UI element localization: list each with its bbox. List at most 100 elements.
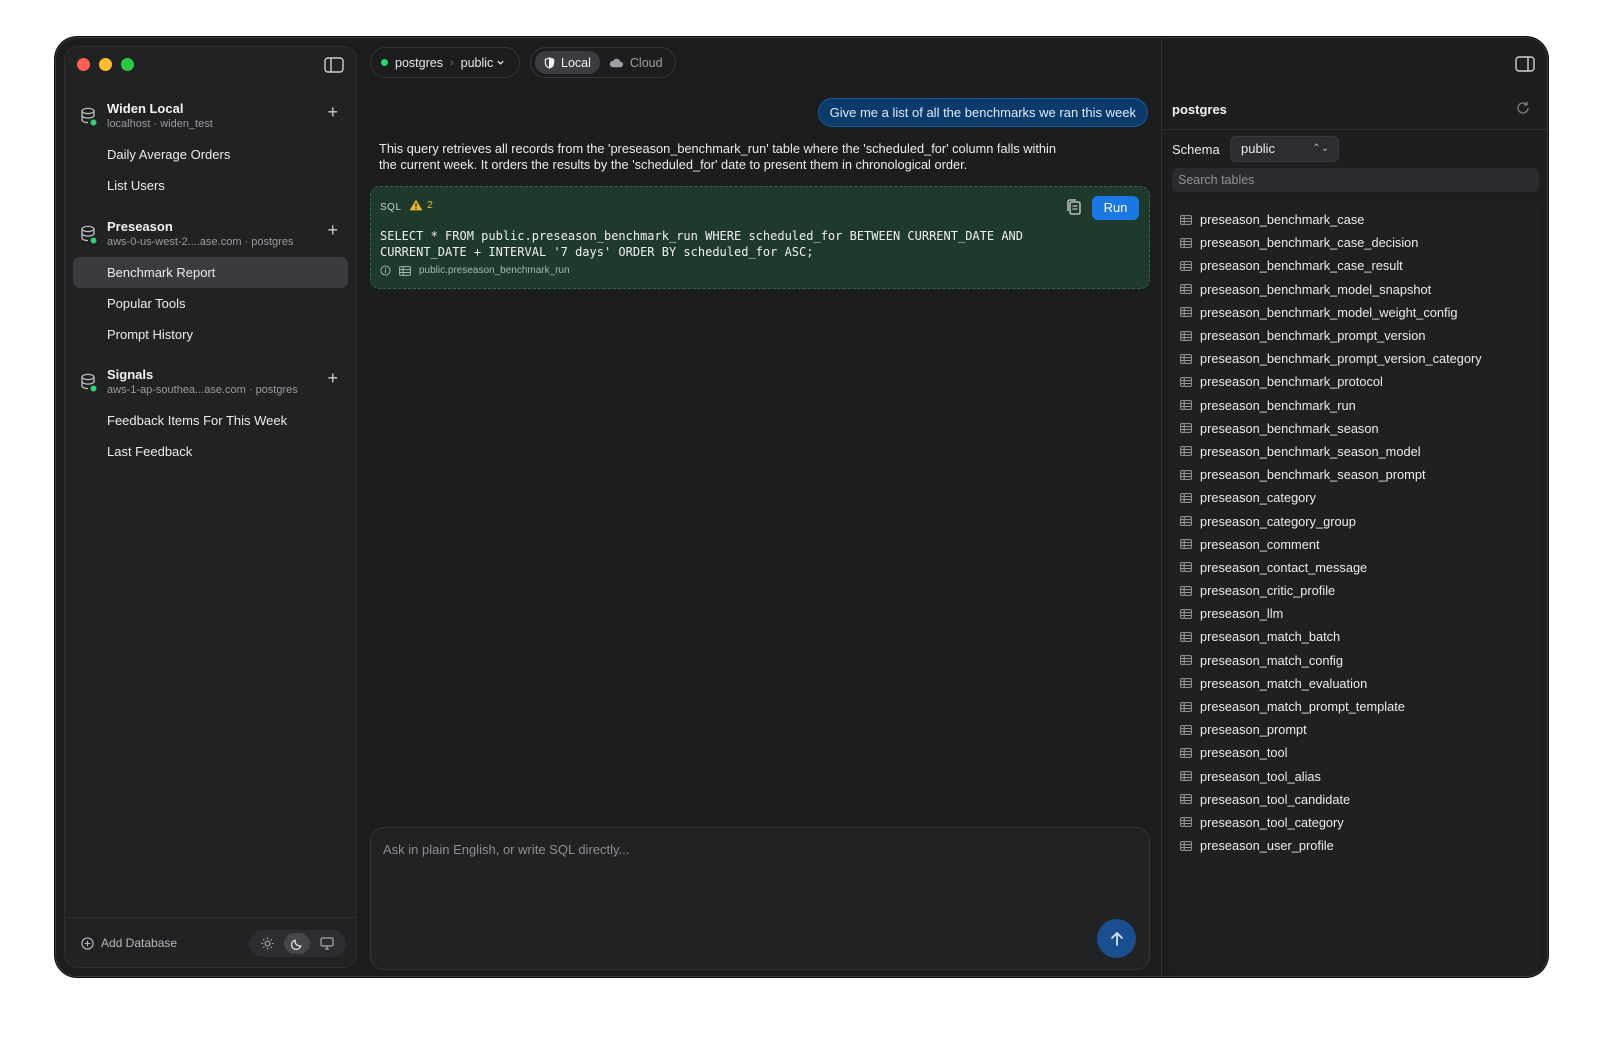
table-list-item[interactable]: preseason_tool_category	[1168, 811, 1540, 834]
saved-query-item[interactable]: List Users	[73, 170, 348, 201]
table-name: preseason_critic_profile	[1200, 583, 1336, 599]
table-list-item[interactable]: preseason_match_prompt_template	[1168, 695, 1540, 718]
table-list-item[interactable]: preseason_benchmark_case_decision	[1168, 231, 1540, 254]
schema-dropdown[interactable]: public	[461, 56, 494, 70]
env-local-button[interactable]: Local	[535, 51, 600, 74]
saved-query-item[interactable]: Popular Tools	[73, 288, 348, 319]
table-list-item[interactable]: preseason_llm	[1168, 602, 1540, 625]
table-list-item[interactable]: preseason_critic_profile	[1168, 579, 1540, 602]
warnings-badge[interactable]: 2	[409, 199, 433, 211]
sql-card: SQL 2 Run SELECT * FROM public.preseason…	[370, 186, 1150, 289]
table-name: preseason_match_prompt_template	[1200, 699, 1405, 715]
table-icon	[1180, 400, 1192, 410]
saved-query-item[interactable]: Feedback Items For This Week	[73, 405, 348, 436]
table-name: preseason_benchmark_model_snapshot	[1200, 281, 1432, 297]
sql-table-ref[interactable]: public.preseason_benchmark_run	[419, 265, 570, 276]
add-query-button[interactable]: +	[327, 369, 338, 387]
table-name: preseason_user_profile	[1200, 838, 1334, 854]
send-button[interactable]	[1097, 919, 1136, 958]
schema-panel-header: postgres	[1162, 88, 1547, 130]
table-list-item[interactable]: preseason_benchmark_case_result	[1168, 254, 1540, 277]
table-name: preseason_tool	[1200, 745, 1288, 761]
table-list-item[interactable]: preseason_tool	[1168, 741, 1540, 764]
table-list-item[interactable]: preseason_benchmark_model_snapshot	[1168, 278, 1540, 301]
shield-icon	[544, 56, 555, 69]
theme-dark-button[interactable]	[284, 933, 311, 954]
saved-query-item[interactable]: Daily Average Orders	[73, 139, 348, 170]
table-name: preseason_match_evaluation	[1200, 675, 1368, 691]
copy-icon[interactable]	[1065, 198, 1083, 216]
table-list-item[interactable]: preseason_benchmark_model_weight_config	[1168, 301, 1540, 324]
warning-count: 2	[427, 199, 433, 211]
database-header[interactable]: Widen Local localhost · widen_test +	[65, 99, 356, 139]
close-window-button[interactable]	[77, 58, 90, 71]
chevron-up-down-icon: ⌃⌄	[1312, 143, 1329, 154]
table-name: preseason_category	[1200, 490, 1316, 506]
saved-query-item[interactable]: Last Feedback	[73, 436, 348, 467]
table-name: preseason_benchmark_case_decision	[1200, 235, 1419, 251]
user-message-bubble: Give me a list of all the benchmarks we …	[817, 98, 1148, 127]
table-list-item[interactable]: preseason_match_batch	[1168, 625, 1540, 648]
table-list-item[interactable]: preseason_contact_message	[1168, 556, 1540, 579]
table-list-item[interactable]: preseason_benchmark_season_prompt	[1168, 463, 1540, 486]
table-icon	[1180, 261, 1192, 271]
table-name: preseason_match_config	[1200, 652, 1343, 668]
saved-query-item[interactable]: Benchmark Report	[73, 257, 348, 288]
zoom-window-button[interactable]	[121, 58, 134, 71]
schema-select[interactable]: public ⌃⌄	[1230, 136, 1339, 162]
query-input[interactable]	[383, 838, 1043, 860]
sun-icon	[261, 937, 274, 950]
table-name: preseason_contact_message	[1200, 559, 1368, 575]
table-name: preseason_match_batch	[1200, 629, 1341, 645]
connection-breadcrumb[interactable]: postgres › public	[370, 47, 520, 78]
database-header[interactable]: Preseason aws-0-us-west-2....ase.com · po…	[65, 217, 356, 257]
table-icon	[1180, 237, 1192, 248]
table-list-item[interactable]: preseason_comment	[1168, 533, 1540, 556]
table-list-item[interactable]: preseason_category_group	[1168, 509, 1540, 532]
sql-code[interactable]: SELECT * FROM public.preseason_benchmark…	[380, 228, 1100, 260]
table-list-item[interactable]: preseason_match_evaluation	[1168, 672, 1540, 695]
database-host: aws-0-us-west-2....ase.com · postgres	[107, 236, 294, 248]
database-icon	[81, 373, 97, 392]
table-list-item[interactable]: preseason_match_config	[1168, 649, 1540, 672]
table-list-item[interactable]: preseason_user_profile	[1168, 834, 1540, 857]
env-cloud-button[interactable]: Cloud	[600, 51, 672, 74]
table-list-item[interactable]: preseason_benchmark_season	[1168, 417, 1540, 440]
right-panel-toggle-icon[interactable]	[1515, 56, 1535, 72]
add-query-button[interactable]: +	[327, 221, 338, 239]
info-icon[interactable]	[380, 265, 391, 276]
table-icon	[1180, 724, 1192, 735]
sidebar-toggle-icon[interactable]	[324, 57, 344, 73]
table-list-item[interactable]: preseason_tool_alias	[1168, 765, 1540, 788]
table-icon	[1180, 817, 1192, 828]
table-list-item[interactable]: preseason_benchmark_prompt_version	[1168, 324, 1540, 347]
run-button[interactable]: Run	[1092, 196, 1139, 220]
minimize-window-button[interactable]	[99, 58, 112, 71]
table-icon	[1180, 771, 1192, 781]
table-icon	[1180, 469, 1192, 480]
schema-select-value: public	[1241, 141, 1275, 156]
saved-query-item[interactable]: Prompt History	[73, 319, 348, 350]
table-list-item[interactable]: preseason_benchmark_run	[1168, 394, 1540, 417]
refresh-icon[interactable]	[1515, 100, 1531, 116]
database-header[interactable]: Signals aws-1-ap-southea...ase.com · post…	[65, 365, 356, 405]
table-list: preseason_benchmark_case preseason_benchm…	[1168, 208, 1540, 857]
connection-name[interactable]: postgres	[395, 56, 443, 70]
table-list-item[interactable]: preseason_benchmark_case	[1168, 208, 1540, 231]
table-icon	[1180, 516, 1192, 526]
table-list-item[interactable]: preseason_benchmark_prompt_version_categ…	[1168, 347, 1540, 370]
search-tables-input[interactable]	[1172, 168, 1539, 192]
add-query-button[interactable]: +	[327, 103, 338, 121]
add-database-button[interactable]: Add Database	[81, 936, 177, 950]
schema-label: Schema	[1172, 142, 1220, 157]
table-list-item[interactable]: preseason_benchmark_season_model	[1168, 440, 1540, 463]
schema-panel: postgres Schema public ⌃⌄ preseason_benc…	[1161, 38, 1547, 976]
theme-system-button[interactable]	[314, 933, 340, 954]
table-list-item[interactable]: preseason_tool_candidate	[1168, 788, 1540, 811]
table-list-item[interactable]: preseason_category	[1168, 486, 1540, 509]
table-list-item[interactable]: preseason_benchmark_protocol	[1168, 370, 1540, 393]
theme-light-button[interactable]	[255, 933, 281, 954]
sidebar-footer: Add Database	[65, 917, 356, 967]
table-list-item[interactable]: preseason_prompt	[1168, 718, 1540, 741]
table-icon	[1180, 585, 1192, 596]
